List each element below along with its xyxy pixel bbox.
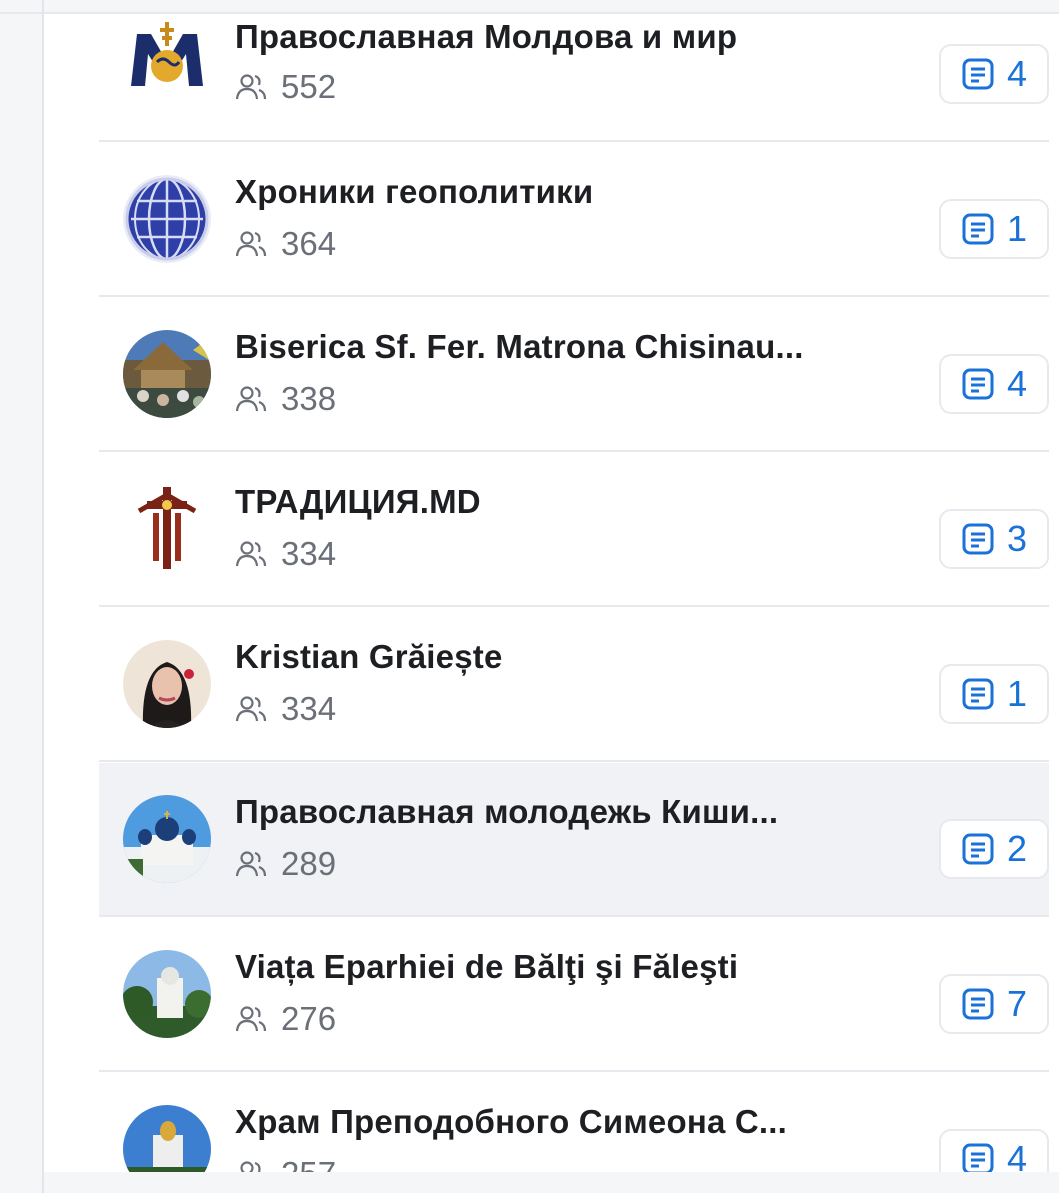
church-crowd-photo [123,330,211,418]
church-blue-sky-photo [123,1105,211,1172]
channel-title: ТРАДИЦИЯ.MD [235,483,481,520]
people-icon [235,851,267,877]
member-count: 289 [235,845,336,883]
posts-count: 4 [1006,363,1027,404]
channel-title: Biserica Sf. Fer. Matrona Chisinau... [235,328,804,365]
posts-count: 4 [1006,53,1027,94]
document-lines-icon [962,213,994,245]
posts-badge[interactable]: 3 [938,509,1049,569]
member-count: 257 [235,1155,336,1172]
posts-count: 1 [1006,208,1027,249]
member-count-value: 552 [281,68,337,105]
posts-count: 4 [1006,1138,1027,1172]
channel-title: Православная Молдова и мир [235,18,738,55]
people-icon [235,696,267,722]
people-icon [240,1161,261,1172]
member-count-value: 334 [281,690,337,727]
posts-badge[interactable]: 4 [938,44,1049,104]
posts-badge[interactable]: 1 [938,199,1049,259]
member-count-value: 257 [281,1155,336,1172]
list-item[interactable]: Viața Eparhiei de Bălţi şi Făleşti 276 7 [99,918,1049,1072]
posts-badge[interactable]: 1 [938,664,1049,724]
channel-list: Православная Молдова и мир 552 4 Хроники… [44,14,1059,1172]
posts-badge[interactable]: 4 [938,354,1049,414]
globe-icon [123,175,211,263]
list-item[interactable]: Хроники геополитики 364 1 [99,143,1049,297]
member-count: 276 [235,1000,336,1038]
member-count: 338 [235,380,336,418]
channel-title: Kristian Grăiește [235,638,503,675]
posts-count: 3 [1006,518,1027,559]
document-lines-icon [962,988,994,1020]
cathedral-photo [123,795,211,883]
list-item[interactable]: Православная молодежь Киши... 289 2 [99,763,1049,917]
people-icon [235,74,267,100]
document-lines-icon [962,368,994,400]
document-lines-icon [962,58,994,90]
member-count: 334 [235,690,336,728]
channel-title: Viața Eparhiei de Bălţi şi Făleşti [235,948,739,985]
bottom-edge [44,1172,1059,1193]
posts-badge[interactable]: 4 [938,1129,1049,1172]
channel-title: Хроники геополитики [235,173,594,210]
people-icon [235,386,267,412]
document-lines-icon [962,833,994,865]
list-item[interactable]: ТРАДИЦИЯ.MD 334 3 [99,453,1049,607]
member-count-value: 334 [281,535,337,572]
document-lines-icon [962,678,994,710]
member-count: 364 [235,225,336,263]
cross-icon [123,483,211,571]
member-count-value: 276 [281,1000,337,1037]
member-count: 552 [235,68,336,106]
member-count-value: 289 [281,845,337,882]
woman-portrait-photo [123,640,211,728]
posts-count: 7 [1006,983,1027,1024]
posts-badge[interactable]: 7 [938,974,1049,1034]
list-item[interactable]: Храм Преподобного Симеона С... 257 4 [99,1073,1049,1172]
posts-count: 2 [1006,828,1027,869]
channel-title: Храм Преподобного Симеона С... [235,1103,788,1140]
member-count-value: 364 [281,225,337,262]
list-item[interactable]: Biserica Sf. Fer. Matrona Chisinau... 33… [99,298,1049,452]
document-lines-icon [962,523,994,555]
posts-badge[interactable]: 2 [938,819,1049,879]
mm-logo-icon [123,16,211,104]
list-item[interactable]: Kristian Grăiește 334 1 [99,608,1049,762]
document-lines-icon [962,1143,994,1172]
posts-count: 1 [1006,673,1027,714]
list-item[interactable]: Православная Молдова и мир 552 4 [99,14,1049,142]
people-icon [235,541,267,567]
channel-title: Православная молодежь Киши... [235,793,779,830]
church-trees-photo [123,950,211,1038]
people-icon [235,231,267,257]
people-icon [235,1006,267,1032]
member-count: 334 [235,535,336,573]
member-count-value: 338 [281,380,337,417]
